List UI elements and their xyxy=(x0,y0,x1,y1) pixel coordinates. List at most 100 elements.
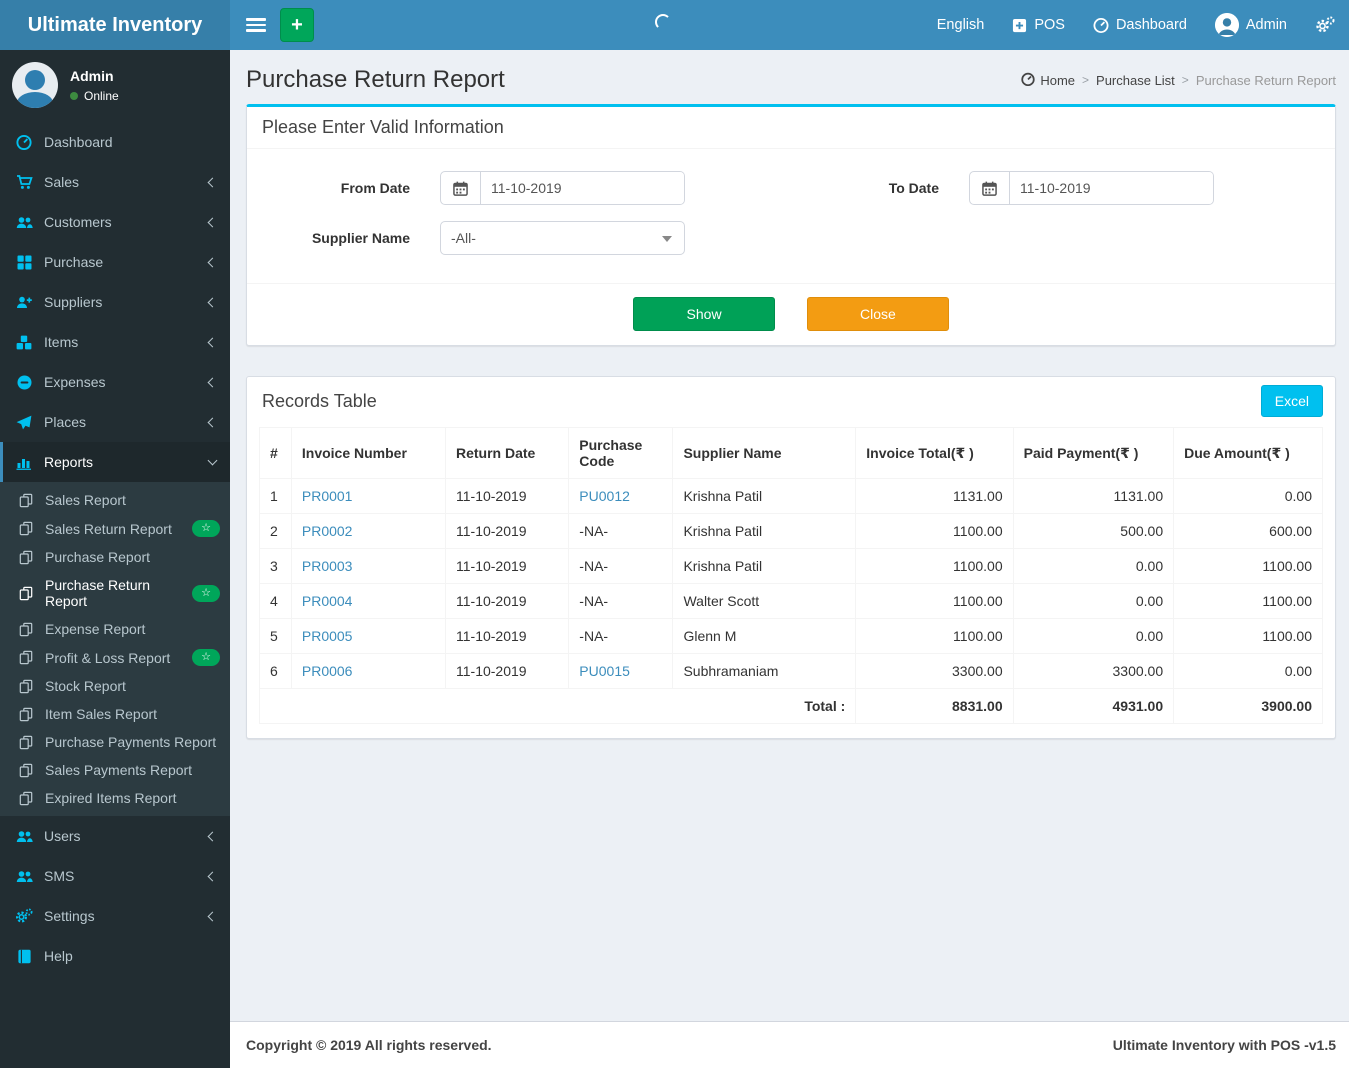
language-menu[interactable]: English xyxy=(923,0,999,50)
records-panel: Records Table Excel # Invoice Number Ret… xyxy=(246,376,1336,739)
sidebar-item-customers: Customers xyxy=(0,202,230,242)
cart-icon xyxy=(14,174,34,190)
pos-menu[interactable]: POS xyxy=(998,0,1079,50)
plus-square-icon xyxy=(1012,18,1027,33)
sidebar-user-status: Online xyxy=(70,89,119,103)
chevron-left-icon xyxy=(207,297,218,307)
reports-submenu: Sales Report Sales Return Report ☆ Purch… xyxy=(0,482,230,816)
total-due: 3900.00 xyxy=(1173,688,1323,724)
sidebar-item-help: Help xyxy=(0,936,230,976)
purchase-code-link[interactable]: PU0012 xyxy=(579,488,630,504)
filter-panel-title: Please Enter Valid Information xyxy=(262,117,504,137)
chevron-left-icon xyxy=(207,377,218,387)
chevron-left-icon xyxy=(207,871,218,881)
add-button[interactable]: + xyxy=(280,8,314,42)
brand-logo[interactable]: Ultimate Inventory xyxy=(0,0,230,50)
close-button[interactable]: Close xyxy=(806,297,949,331)
table-row: 1 PR0001 11-10-2019 PU0012 Krishna Patil… xyxy=(259,478,1323,514)
invoice-link[interactable]: PR0004 xyxy=(302,593,353,609)
chevron-left-icon xyxy=(207,177,218,187)
dashboard-menu[interactable]: Dashboard xyxy=(1079,0,1201,50)
chevron-down-icon xyxy=(207,455,218,466)
total-invoice: 8831.00 xyxy=(855,688,1014,724)
calendar-icon[interactable] xyxy=(441,172,481,204)
to-date-group xyxy=(969,171,1214,205)
excel-export-button[interactable]: Excel xyxy=(1260,385,1323,417)
show-button[interactable]: Show xyxy=(633,297,776,331)
purchase-code-link[interactable]: PU0015 xyxy=(579,663,630,679)
sidebar-item-sales-report: Sales Report xyxy=(0,486,230,514)
grid-icon xyxy=(14,255,34,270)
total-label: Total : xyxy=(258,688,857,724)
records-table: # Invoice Number Return Date Purchase Co… xyxy=(258,427,1323,724)
tachometer-icon xyxy=(1093,17,1109,33)
col-purchase-code: Purchase Code xyxy=(568,427,674,479)
star-badge: ☆ xyxy=(192,520,220,537)
book-icon xyxy=(14,949,34,964)
star-badge: ☆ xyxy=(192,649,220,666)
caret-down-icon xyxy=(662,236,672,242)
sidebar-item-purchase: Purchase xyxy=(0,242,230,282)
from-date-input[interactable] xyxy=(481,172,684,204)
sidebar-item-purchase-return-report: Purchase Return Report ☆ xyxy=(0,571,230,615)
chevron-left-icon xyxy=(207,257,218,267)
records-panel-title: Records Table xyxy=(262,390,377,411)
table-row: 3 PR0003 11-10-2019 -NA- Krishna Patil 1… xyxy=(259,548,1323,584)
table-row: 4 PR0004 11-10-2019 -NA- Walter Scott 11… xyxy=(259,583,1323,619)
paper-plane-icon xyxy=(14,415,34,430)
to-date-input[interactable] xyxy=(1010,172,1213,204)
sidebar-item-profit-loss-report: Profit & Loss Report ☆ xyxy=(0,643,230,672)
chevron-left-icon xyxy=(207,337,218,347)
sidebar-item-settings: Settings xyxy=(0,896,230,936)
breadcrumb-home[interactable]: Home xyxy=(1021,72,1075,89)
tachometer-icon xyxy=(1021,72,1035,89)
users-icon xyxy=(14,829,34,844)
users-icon xyxy=(14,869,34,884)
col-number: # xyxy=(259,427,292,479)
invoice-link[interactable]: PR0003 xyxy=(302,558,353,574)
col-invoice-total: Invoice Total(₹ ) xyxy=(855,427,1014,479)
copy-icon xyxy=(16,791,36,806)
col-due-amount: Due Amount(₹ ) xyxy=(1173,427,1323,479)
loading-spinner-icon xyxy=(655,14,671,30)
table-row: 2 PR0002 11-10-2019 -NA- Krishna Patil 1… xyxy=(259,513,1323,549)
sidebar-item-sales: Sales xyxy=(0,162,230,202)
sidebar-item-reports: Reports Sales Report Sales Return Report… xyxy=(0,442,230,816)
col-invoice-number: Invoice Number xyxy=(290,427,447,479)
copy-icon xyxy=(16,735,36,750)
footer-version: Ultimate Inventory with POS -v1.5 xyxy=(1112,1037,1336,1053)
sidebar-item-expense-report: Expense Report xyxy=(0,615,230,643)
supplier-select[interactable]: -All- xyxy=(440,221,685,255)
filter-panel: Please Enter Valid Information From Date xyxy=(246,104,1336,346)
chevron-left-icon xyxy=(207,417,218,427)
brand-title: Ultimate Inventory xyxy=(27,13,203,36)
breadcrumb-current: Purchase Return Report xyxy=(1195,72,1336,88)
bar-chart-icon xyxy=(14,455,34,470)
sidebar-item-dashboard: Dashboard xyxy=(0,122,230,162)
table-total-row: Total : 8831.00 4931.00 3900.00 xyxy=(258,688,1323,724)
calendar-icon[interactable] xyxy=(970,172,1010,204)
from-date-label: From Date xyxy=(340,180,410,196)
cubes-icon xyxy=(14,335,34,350)
invoice-link[interactable]: PR0001 xyxy=(302,488,353,504)
footer-copyright: Copyright © 2019 All rights reserved. xyxy=(246,1037,492,1053)
invoice-link[interactable]: PR0005 xyxy=(302,628,353,644)
invoice-link[interactable]: PR0002 xyxy=(302,523,353,539)
breadcrumb-purchase-list[interactable]: Purchase List xyxy=(1096,73,1175,88)
sidebar-item-users: Users xyxy=(0,816,230,856)
settings-menu[interactable] xyxy=(1301,0,1349,50)
tachometer-icon xyxy=(14,134,34,150)
star-badge: ☆ xyxy=(192,584,220,602)
sidebar-item-sms: SMS xyxy=(0,856,230,896)
to-date-label: To Date xyxy=(888,180,939,196)
table-row: 5 PR0005 11-10-2019 -NA- Glenn M 1100.00… xyxy=(259,618,1323,654)
hamburger-icon[interactable] xyxy=(246,18,266,32)
copy-icon xyxy=(16,707,36,722)
invoice-link[interactable]: PR0006 xyxy=(302,663,353,679)
copy-icon xyxy=(16,622,36,637)
user-menu[interactable]: Admin xyxy=(1201,0,1301,50)
sidebar: Admin Online Dashboard Sales Customers P… xyxy=(0,50,230,1068)
footer: Copyright © 2019 All rights reserved. Ul… xyxy=(230,1021,1349,1068)
copy-icon xyxy=(16,521,36,536)
copy-icon xyxy=(16,763,36,778)
